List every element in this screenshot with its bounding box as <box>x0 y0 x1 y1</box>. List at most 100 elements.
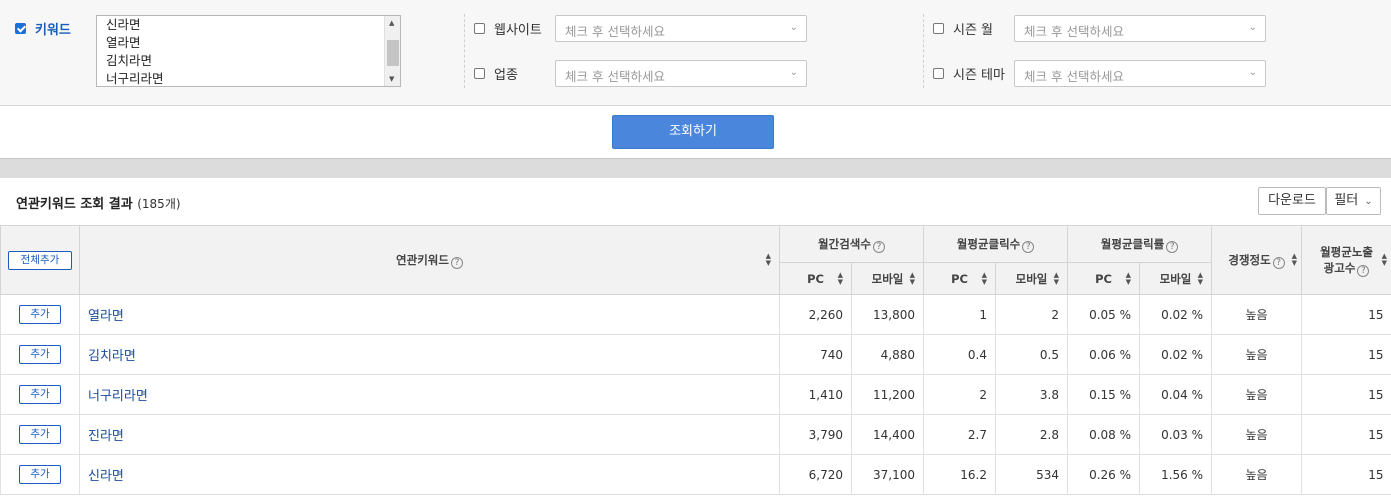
sort-icon[interactable]: ▲ ▼ <box>1382 253 1387 267</box>
monthly-search-label: 월간검색수 <box>818 236 871 251</box>
add-button[interactable]: 추가 <box>19 425 61 444</box>
scroll-thumb[interactable] <box>387 40 399 66</box>
industry-checkbox[interactable] <box>474 68 485 79</box>
competition-label: 경쟁정도 <box>1228 252 1271 267</box>
ctr-mobile-header[interactable]: 모바일 ▲ ▼ <box>1139 262 1213 295</box>
add-cell: 추가 <box>0 334 80 375</box>
search-mobile-header[interactable]: 모바일 ▲ ▼ <box>851 262 924 295</box>
help-icon[interactable]: ? <box>450 256 463 269</box>
search-button-row: 조회하기 <box>0 106 1391 158</box>
keyword-cell[interactable]: 신라면 <box>79 454 780 495</box>
add-cell: 추가 <box>0 454 80 495</box>
results-panel: 연관키워드 조회 결과 (185개) 다운로드 필터 ⌄ 전체추가 연관키워드? ▲… <box>0 178 1391 498</box>
season-theme-checkbox[interactable] <box>933 68 944 79</box>
add-button[interactable]: 추가 <box>19 465 61 484</box>
add-all-header: 전체추가 <box>0 225 80 295</box>
pc-label: PC <box>807 271 824 286</box>
section-separator <box>0 158 1391 178</box>
keyword-cell[interactable]: 김치라면 <box>79 334 780 375</box>
ctr-mobile-cell: 1.56 % <box>1139 454 1212 495</box>
help-icon[interactable]: ? <box>1272 256 1285 269</box>
avg-ctr-label: 월평균클릭률 <box>1100 236 1165 251</box>
ctr-pc-cell: 0.26 % <box>1067 454 1140 495</box>
keyword-table: 전체추가 연관키워드? ▲ ▼ 월간검색수? 월평균클릭수? 월평균클릭률? 경쟁정… <box>0 225 1391 495</box>
search-pc-cell: 740 <box>779 334 852 375</box>
help-icon[interactable]: ? <box>1357 264 1370 277</box>
help-icon[interactable]: ? <box>1166 240 1179 253</box>
mobile-label: 모바일 <box>1015 271 1048 286</box>
season-month-select[interactable]: 체크 후 선택하세요 ⌄ <box>1014 15 1266 42</box>
keyword-checkbox[interactable] <box>15 23 26 34</box>
ctr-pc-header[interactable]: PC ▲ ▼ <box>1067 262 1141 295</box>
filter-label: 필터 <box>1334 193 1359 208</box>
table-row: 추가 너구리라면 1,410 11,200 2 3.8 0.15 % 0.04 … <box>0 374 1391 415</box>
sort-icon[interactable]: ▲ ▼ <box>1198 271 1203 286</box>
ctr-pc-cell: 0.08 % <box>1067 414 1140 455</box>
competition-cell: 높음 <box>1211 454 1302 495</box>
divider <box>464 14 465 88</box>
search-pc-cell: 2,260 <box>779 294 852 335</box>
filter-panel: 키워드 신라면 열라면 김치라면 너구리라면 ▲ ▼ 웹사이트 체크 후 선택하… <box>0 0 1391 106</box>
help-icon[interactable]: ? <box>1022 240 1035 253</box>
scroll-up-icon[interactable]: ▲ <box>389 19 394 27</box>
ctr-mobile-cell: 0.04 % <box>1139 374 1212 415</box>
keyword-label: 키워드 <box>35 23 71 38</box>
clicks-mobile-cell: 2 <box>994 294 1068 335</box>
competition-header[interactable]: 경쟁정도? ▲ ▼ <box>1211 225 1303 295</box>
add-button[interactable]: 추가 <box>19 345 61 364</box>
season-month-checkbox[interactable] <box>933 23 944 34</box>
table-row: 추가 신라면 6,720 37,100 16.2 534 0.26 % 1.56… <box>0 454 1391 495</box>
scrollbar[interactable]: ▲ ▼ <box>384 16 400 86</box>
search-pc-header[interactable]: PC ▲ ▼ <box>779 262 852 295</box>
website-checkbox[interactable] <box>474 23 485 34</box>
sort-icon[interactable]: ▲ ▼ <box>1126 271 1131 286</box>
keyword-cell[interactable]: 열라면 <box>79 294 780 335</box>
search-mobile-cell: 37,100 <box>851 454 924 495</box>
keyword-line: 신라면 <box>106 17 141 32</box>
clicks-pc-header[interactable]: PC ▲ ▼ <box>923 262 996 295</box>
competition-cell: 높음 <box>1211 294 1302 335</box>
search-button[interactable]: 조회하기 <box>612 115 774 149</box>
search-pc-cell: 6,720 <box>779 454 852 495</box>
season-theme-placeholder: 체크 후 선택하세요 <box>1024 69 1124 84</box>
keyword-textarea[interactable]: 신라면 열라면 김치라면 너구리라면 ▲ ▼ <box>96 15 401 87</box>
help-icon[interactable]: ? <box>872 240 885 253</box>
clicks-mobile-cell: 534 <box>994 454 1068 495</box>
industry-placeholder: 체크 후 선택하세요 <box>565 69 665 84</box>
sort-icon[interactable]: ▲ ▼ <box>838 271 843 286</box>
sort-icon[interactable]: ▲ ▼ <box>1054 271 1059 286</box>
sort-icon[interactable]: ▲ ▼ <box>910 271 915 286</box>
website-select[interactable]: 체크 후 선택하세요 ⌄ <box>555 15 807 42</box>
add-button[interactable]: 추가 <box>19 385 61 404</box>
chevron-down-icon: ⌄ <box>1248 67 1257 78</box>
competition-cell: 높음 <box>1211 334 1302 375</box>
clicks-pc-cell: 0.4 <box>923 334 996 375</box>
keyword-cell[interactable]: 너구리라면 <box>79 374 780 415</box>
search-pc-cell: 3,790 <box>779 414 852 455</box>
sort-icon[interactable]: ▲ ▼ <box>1292 253 1297 267</box>
competition-cell: 높음 <box>1211 374 1302 415</box>
add-button[interactable]: 추가 <box>19 305 61 324</box>
sort-icon[interactable]: ▲ ▼ <box>982 271 987 286</box>
sort-icon[interactable]: ▲ ▼ <box>766 253 771 267</box>
filter-button[interactable]: 필터 ⌄ <box>1326 187 1381 215</box>
competition-cell: 높음 <box>1211 414 1302 455</box>
mobile-label: 모바일 <box>871 271 904 286</box>
season-theme-select[interactable]: 체크 후 선택하세요 ⌄ <box>1014 60 1266 87</box>
scroll-down-icon[interactable]: ▼ <box>389 75 394 83</box>
industry-select[interactable]: 체크 후 선택하세요 ⌄ <box>555 60 807 87</box>
table-row: 추가 김치라면 740 4,880 0.4 0.5 0.06 % 0.02 % … <box>0 334 1391 375</box>
chevron-down-icon: ⌄ <box>1364 196 1373 207</box>
chevron-down-icon: ⌄ <box>789 67 798 78</box>
add-all-button[interactable]: 전체추가 <box>8 250 72 270</box>
download-button[interactable]: 다운로드 <box>1258 187 1326 215</box>
ad-count-header[interactable]: 월평균노출 광고수? ▲ ▼ <box>1301 225 1391 295</box>
keyword-header[interactable]: 연관키워드? ▲ ▼ <box>79 225 780 295</box>
clicks-mobile-cell: 3.8 <box>994 374 1068 415</box>
search-mobile-cell: 14,400 <box>851 414 924 455</box>
keyword-cell[interactable]: 진라면 <box>79 414 780 455</box>
clicks-mobile-header[interactable]: 모바일 ▲ ▼ <box>994 262 1069 295</box>
search-mobile-cell: 13,800 <box>851 294 924 335</box>
ctr-pc-cell: 0.15 % <box>1067 374 1140 415</box>
table-body: 추가 열라면 2,260 13,800 1 2 0.05 % 0.02 % 높음… <box>0 294 1391 495</box>
